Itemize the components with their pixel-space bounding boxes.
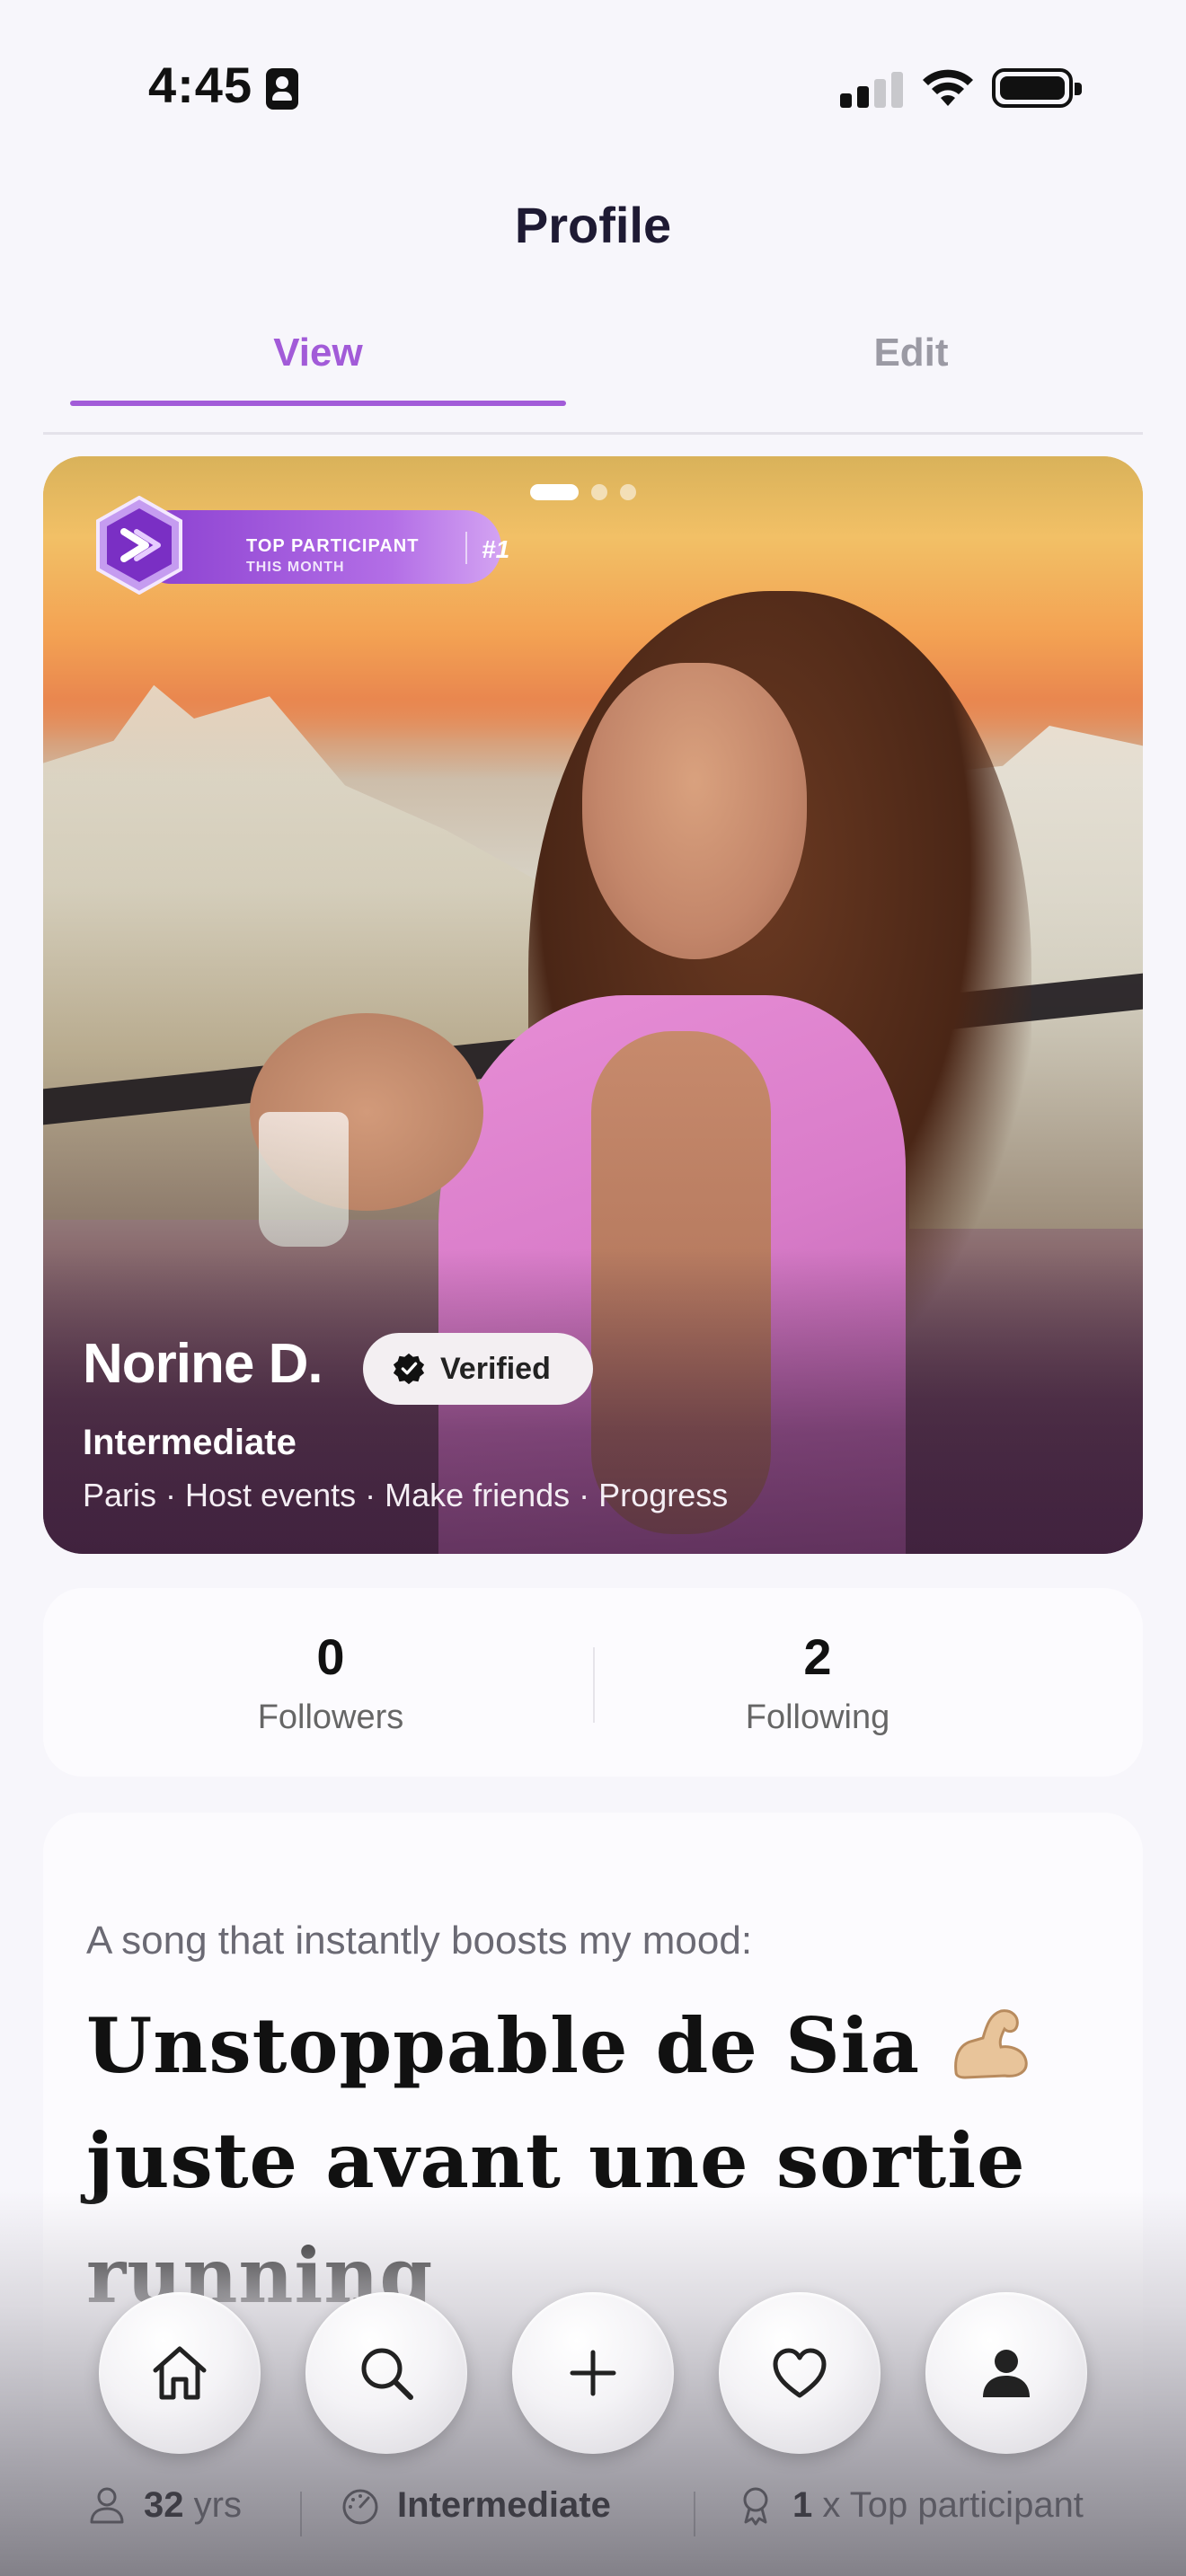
home-tab-button[interactable] [99,2292,261,2454]
info-separator [300,2492,302,2536]
bottom-tab-bar [0,2292,1186,2454]
profile-name: Norine D. [83,1333,323,1395]
prompt-answer-line1: Unstoppable de Sia [86,2001,921,2090]
photo-glass [259,1112,349,1247]
battery-icon [992,68,1082,108]
speedometer-icon [342,2489,378,2525]
verified-check-icon [393,1353,425,1385]
carousel-dot[interactable] [591,484,607,500]
award-label: x Top participant [822,2484,1084,2525]
status-bar: 4:45 [0,0,1186,171]
active-tab-indicator [70,401,566,406]
verified-label: Verified [440,1351,551,1386]
following-count: 2 [803,1628,832,1685]
cellular-signal-icon [840,72,903,108]
following-stat[interactable]: 2 Following [593,1628,1042,1737]
create-tab-button[interactable] [512,2292,674,2454]
badge-divider [465,532,467,564]
profile-tags: Paris · Host events · Make friends · Pro… [83,1477,729,1513]
followers-label: Followers [257,1698,404,1736]
search-tab-button[interactable] [305,2292,467,2454]
profile-level: Intermediate [83,1423,296,1462]
age-value: 32 [144,2484,184,2525]
age-info: 32 yrs [86,2484,242,2526]
profile-tab-button[interactable] [925,2292,1087,2454]
verified-badge[interactable]: Verified [363,1333,593,1405]
home-icon [153,2346,207,2400]
following-label: Following [745,1698,890,1736]
award-ribbon-icon [743,2487,768,2526]
carousel-dot[interactable] [620,484,636,500]
photo-person-face [582,663,807,959]
badge-hexagon-icon [96,496,182,595]
top-participant-badge[interactable]: TOP PARTICIPANT THIS MONTH #1 [90,496,509,595]
likes-tab-button[interactable] [719,2292,881,2454]
status-time: 4:45 [148,57,253,113]
profile-info-strip: 32 yrs Intermediate 1 x Top participant [0,2479,1186,2542]
page-title: Profile [514,197,672,253]
follow-stats-card: 0 Followers 2 Following [43,1588,1143,1777]
followers-stat[interactable]: 0 Followers [43,1628,618,1737]
badge-title: TOP PARTICIPANT [246,536,420,556]
heart-icon [773,2348,827,2398]
tab-view[interactable]: View [70,331,566,375]
info-separator [694,2492,695,2536]
award-count: 1 [792,2484,813,2525]
carousel-dot[interactable] [530,484,579,500]
plus-icon [570,2350,616,2396]
award-info: 1 x Top participant [735,2484,1084,2526]
badge-subtitle: THIS MONTH [246,560,345,575]
portrait-lock-icon [266,68,298,110]
level-value: Intermediate [397,2484,611,2525]
flexed-biceps-icon [954,2009,1028,2079]
photo-carousel-dots [530,483,636,501]
followers-count: 0 [316,1628,345,1685]
person-icon [90,2487,124,2524]
badge-rank: #1 [482,535,510,563]
age-unit: yrs [193,2484,242,2525]
profile-icon [983,2350,1030,2397]
wifi-icon [923,69,973,106]
profile-photo-card[interactable]: TOP PARTICIPANT THIS MONTH #1 Norine D. … [43,456,1143,1554]
profile-tabs: View Edit [43,323,1143,435]
level-info: Intermediate [340,2484,611,2526]
search-icon [361,2348,413,2400]
tab-edit[interactable]: Edit [663,331,1159,375]
prompt-question: A song that instantly boosts my mood: [86,1919,753,1963]
